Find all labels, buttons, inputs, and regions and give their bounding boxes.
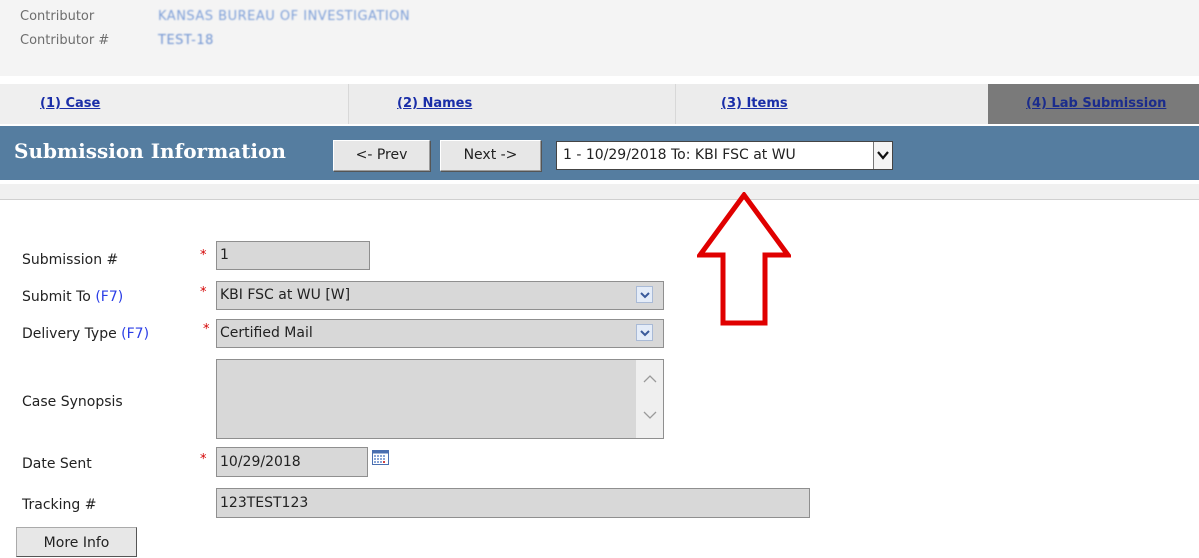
submission-number-label: Submission # — [22, 252, 119, 268]
delivery-type-value: Certified Mail — [220, 325, 313, 341]
delivery-type-hotkey[interactable]: (F7) — [121, 326, 149, 342]
submission-select[interactable]: 1 - 10/29/2018 To: KBI FSC at WU — [556, 141, 893, 170]
chevron-down-icon — [640, 330, 650, 337]
more-info-button[interactable]: More Info — [16, 527, 137, 557]
chevron-down-icon — [640, 292, 650, 299]
case-synopsis-label: Case Synopsis — [22, 394, 123, 410]
tab-names[interactable]: (2) Names — [348, 84, 675, 124]
submit-to-select[interactable]: KBI FSC at WU [W] — [216, 281, 664, 310]
submit-to-label: Submit To (F7) — [22, 289, 123, 305]
next-button[interactable]: Next -> — [440, 140, 541, 171]
date-sent-field[interactable]: 10/29/2018 — [216, 447, 368, 477]
prev-button[interactable]: <- Prev — [333, 140, 430, 171]
submit-to-label-text: Submit To — [22, 289, 91, 305]
tracking-label: Tracking # — [22, 497, 97, 513]
delivery-type-select[interactable]: Certified Mail — [216, 319, 664, 348]
required-marker: * — [200, 248, 207, 263]
submit-to-value: KBI FSC at WU [W] — [220, 287, 351, 303]
tracking-field[interactable]: 123TEST123 — [216, 488, 810, 518]
submit-to-dropdown-arrow[interactable] — [636, 286, 653, 303]
tab-items[interactable]: (3) Items — [675, 84, 988, 124]
delivery-type-label-text: Delivery Type — [22, 326, 117, 342]
date-sent-label: Date Sent — [22, 456, 92, 472]
calendar-icon[interactable] — [372, 450, 389, 465]
contributor-number-value: TEST-18 — [158, 33, 214, 48]
delivery-type-dropdown-arrow[interactable] — [636, 324, 653, 341]
case-synopsis-scrollbar[interactable] — [636, 360, 663, 438]
contributor-number-label: Contributor # — [20, 33, 110, 48]
tab-lab-submission[interactable]: (4) Lab Submission — [988, 84, 1199, 124]
annotation-arrow — [697, 192, 791, 326]
required-marker: * — [203, 322, 210, 337]
required-marker: * — [200, 285, 207, 300]
delivery-type-label: Delivery Type (F7) — [22, 326, 149, 342]
contributor-number-row: Contributor # TEST-18 — [20, 33, 213, 48]
tab-case[interactable]: (1) Case — [0, 84, 348, 124]
submission-select-arrow[interactable] — [873, 142, 892, 169]
scroll-up-icon[interactable] — [643, 374, 657, 384]
contributor-row: Contributor KANSAS BUREAU OF INVESTIGATI… — [20, 9, 410, 24]
submission-select-value: 1 - 10/29/2018 To: KBI FSC at WU — [563, 147, 796, 163]
contributor-number-text: TEST-18 — [158, 33, 214, 48]
contributor-value: KANSAS BUREAU OF INVESTIGATION — [158, 9, 411, 24]
contributor-label: Contributor — [20, 9, 95, 24]
scroll-down-icon[interactable] — [643, 410, 657, 420]
divider-bar — [0, 184, 1199, 200]
page-title: Submission Information — [14, 139, 286, 163]
required-marker: * — [200, 452, 207, 467]
contributor-header: Contributor KANSAS BUREAU OF INVESTIGATI… — [0, 0, 1199, 76]
tab-bar: (1) Case (2) Names (3) Items (4) Lab Sub… — [0, 84, 1199, 124]
case-synopsis-textarea[interactable] — [216, 359, 664, 439]
submit-to-hotkey[interactable]: (F7) — [95, 289, 123, 305]
chevron-down-icon — [877, 151, 889, 160]
submission-number-field[interactable]: 1 — [216, 241, 370, 270]
